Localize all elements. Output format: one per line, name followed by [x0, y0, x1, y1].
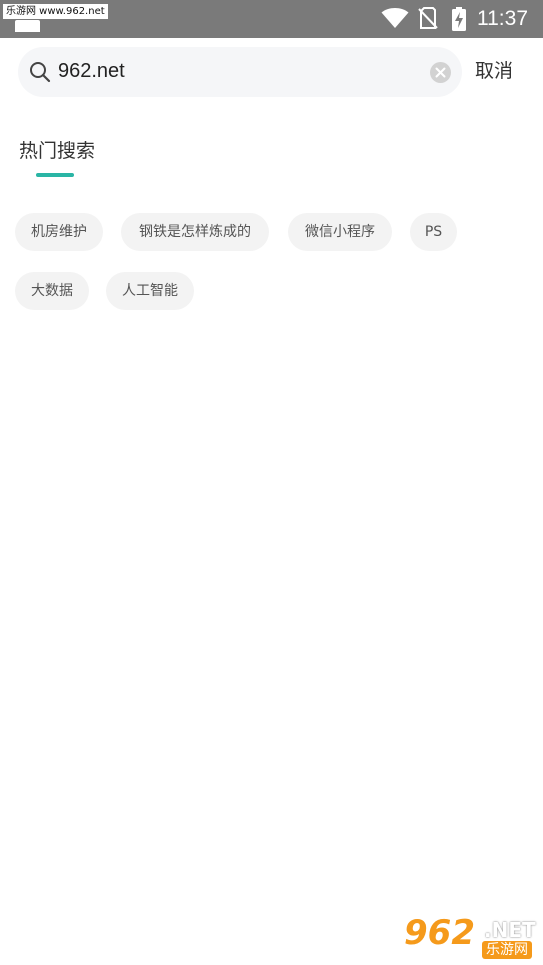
battery-charging-icon	[452, 7, 466, 31]
search-input[interactable]	[58, 56, 418, 86]
watermark-badge: 乐游网 www.962.net	[3, 4, 108, 19]
hot-search-tag[interactable]: 机房维护	[15, 213, 103, 251]
watermark-chinese: 乐游网	[482, 941, 532, 959]
hot-search-tag[interactable]: 钢铁是怎样炼成的	[121, 213, 269, 251]
watermark-number: 962	[404, 913, 475, 953]
hot-search-tag[interactable]: 人工智能	[106, 272, 194, 310]
watermark-suffix: .NET	[484, 918, 536, 942]
clear-icon	[435, 67, 446, 78]
watermark-logo: 962 .NET 乐游网	[404, 913, 539, 961]
notification-icon	[15, 20, 40, 32]
search-icon	[30, 62, 51, 83]
search-bar[interactable]	[18, 47, 462, 97]
status-time: 11:37	[477, 7, 528, 30]
hot-search-tag[interactable]: 大数据	[15, 272, 89, 310]
hot-search-tag[interactable]: PS	[410, 213, 457, 251]
hot-search-title: 热门搜索	[19, 140, 96, 162]
hot-search-tag[interactable]: 微信小程序	[288, 213, 392, 251]
cancel-button[interactable]: 取消	[475, 57, 513, 85]
no-sim-icon	[418, 7, 438, 29]
title-underline	[36, 173, 74, 177]
status-bar: 乐游网 www.962.net 11:37	[0, 0, 543, 38]
clear-button[interactable]	[430, 62, 451, 83]
wifi-icon	[381, 8, 409, 28]
